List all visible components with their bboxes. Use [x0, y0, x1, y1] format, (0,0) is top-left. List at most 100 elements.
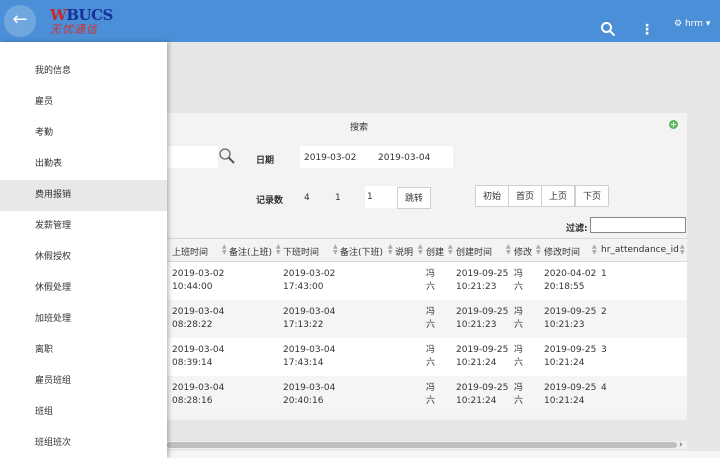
sidebar-drawer: 我的信息 雇员 考勤 出勤表 费用报销 发薪管理 休假授权 休假处理 加班处理 …: [0, 42, 167, 458]
sort-icon[interactable]: ▲ ▼: [222, 244, 227, 256]
cell-on-time: 2019-03-04 08:28:16: [172, 383, 225, 406]
top-app-bar: ← WBUCS 无忧通信 ⋮ ⚙ hrm ▾: [0, 0, 720, 42]
cell-id: 4: [601, 383, 607, 393]
col-id[interactable]: hr_attendance_id: [601, 245, 679, 255]
cell-off-time: 2019-03-04 17:13:22: [283, 307, 336, 330]
sort-icon[interactable]: ▲ ▼: [448, 244, 453, 256]
sidebar-item-leave-approval[interactable]: 休假授权: [0, 242, 167, 273]
cell-created: 2019-09-25 10:21:23: [456, 307, 509, 330]
col-off-remark[interactable]: 备注(下班): [340, 245, 383, 258]
sidebar-item-team[interactable]: 班组: [0, 397, 167, 428]
prev-page-button[interactable]: 上页: [541, 185, 575, 207]
next-page-button[interactable]: 下页: [575, 185, 609, 207]
table-row[interactable]: 2019-03-04 08:39:14 2019-03-04 17:43:14 …: [167, 338, 687, 376]
magnifier-icon[interactable]: [218, 147, 236, 165]
cell-modifier: 冯 六: [514, 383, 524, 406]
cell-off-time: 2019-03-04 20:40:16: [283, 383, 336, 406]
first-page-button[interactable]: 初始: [475, 185, 509, 207]
cell-modifier: 冯 六: [514, 307, 524, 330]
more-vertical-icon[interactable]: ⋮: [640, 23, 654, 39]
cell-id: 2: [601, 307, 607, 317]
sort-icon[interactable]: ▲ ▼: [276, 244, 281, 256]
back-button[interactable]: ←: [4, 5, 36, 37]
sidebar-item-my-info[interactable]: 我的信息: [0, 56, 167, 87]
sort-icon[interactable]: ▲ ▼: [592, 244, 597, 256]
cell-modified: 2020-04-02 20:18:55: [544, 269, 597, 292]
sidebar-item-resignation[interactable]: 离职: [0, 335, 167, 366]
home-page-button[interactable]: 首页: [508, 185, 542, 207]
search-title: 搜索: [350, 123, 369, 133]
cell-creator: 冯 六: [426, 345, 436, 368]
logo-text: BUCS: [66, 6, 113, 24]
user-menu[interactable]: ⚙ hrm ▾: [674, 19, 710, 29]
cell-on-time: 2019-03-04 08:28:22: [172, 307, 225, 330]
cell-modifier: 冯 六: [514, 345, 524, 368]
sort-icon[interactable]: ▲ ▼: [418, 244, 423, 256]
col-on-remark[interactable]: 备注(上班): [229, 245, 272, 258]
cell-creator: 冯 六: [426, 383, 436, 406]
logo-mark: W: [50, 6, 67, 24]
col-modified[interactable]: 修改时间: [544, 245, 580, 258]
plus-circle-icon[interactable]: +: [669, 120, 678, 129]
filter-label: 过滤:: [566, 224, 588, 234]
date-to[interactable]: 2019-03-04: [378, 153, 430, 163]
scrollbar-thumb[interactable]: [167, 442, 677, 448]
sidebar-item-attendance[interactable]: 考勤: [0, 118, 167, 149]
date-range-field[interactable]: 2019-03-02 2019-03-04: [300, 146, 453, 168]
table-row[interactable]: 2019-03-02 10:44:00 2019-03-02 17:43:00 …: [167, 262, 687, 300]
record-count-label: 记录数: [256, 196, 284, 206]
chevron-down-icon: ▾: [705, 19, 711, 29]
sort-icon[interactable]: ▲ ▼: [333, 244, 338, 256]
scroll-right-icon[interactable]: ›: [679, 440, 683, 450]
logo-slogan: 无忧通信: [50, 23, 98, 36]
cell-on-time: 2019-03-04 08:39:14: [172, 345, 225, 368]
user-name: hrm: [684, 19, 703, 29]
gear-icon: ⚙: [674, 19, 683, 29]
cell-off-time: 2019-03-02 17:43:00: [283, 269, 336, 292]
cell-created: 2019-09-25 10:21:24: [456, 383, 509, 406]
cell-modified: 2019-09-25 10:21:23: [544, 307, 597, 330]
col-created[interactable]: 创建时间: [456, 245, 492, 258]
table-row[interactable]: 2019-03-04 08:28:16 2019-03-04 20:40:16 …: [167, 376, 687, 414]
page-number-input[interactable]: 1: [365, 186, 397, 208]
sidebar-item-leave-process[interactable]: 休假处理: [0, 273, 167, 304]
sidebar-item-overtime[interactable]: 加班处理: [0, 304, 167, 335]
col-on-time[interactable]: 上班时间: [172, 245, 208, 258]
sort-icon[interactable]: ▲ ▼: [388, 244, 393, 256]
date-label: 日期: [256, 156, 275, 166]
filter-input[interactable]: [590, 217, 686, 233]
table-row[interactable]: 2019-03-04 08:28:22 2019-03-04 17:13:22 …: [167, 300, 687, 338]
cell-id: 1: [601, 269, 607, 279]
sort-icon[interactable]: ▲ ▼: [536, 244, 541, 256]
col-off-time[interactable]: 下班时间: [283, 245, 319, 258]
cell-creator: 冯 六: [426, 307, 436, 330]
arrow-left-icon: ←: [12, 9, 28, 30]
table-header: 上班时间 备注(上班) 下班时间 备注(下班) 说明 创建 创建时间 修改 修改…: [167, 238, 687, 262]
sidebar-item-payroll[interactable]: 发薪管理: [0, 211, 167, 242]
search-input[interactable]: [167, 146, 218, 168]
jump-button[interactable]: 跳转: [397, 187, 431, 209]
sort-icon[interactable]: ▲ ▼: [506, 244, 511, 256]
logo: WBUCS 无忧通信: [50, 6, 113, 38]
cell-id: 3: [601, 345, 607, 355]
col-note[interactable]: 说明: [395, 245, 413, 258]
col-modifier[interactable]: 修改: [514, 245, 532, 258]
cell-created: 2019-09-25 10:21:23: [456, 269, 509, 292]
cell-on-time: 2019-03-02 10:44:00: [172, 269, 225, 292]
cell-creator: 冯 六: [426, 269, 436, 292]
record-count: 4: [304, 193, 310, 203]
sidebar-item-employees[interactable]: 雇员: [0, 87, 167, 118]
horizontal-scrollbar[interactable]: [167, 441, 687, 449]
col-creator[interactable]: 创建: [426, 245, 444, 258]
cell-modified: 2019-09-25 10:21:24: [544, 383, 597, 406]
cell-created: 2019-09-25 10:21:24: [456, 345, 509, 368]
sidebar-item-employee-team[interactable]: 雇员班组: [0, 366, 167, 397]
sidebar-item-team-shift[interactable]: 班组班次: [0, 428, 167, 458]
sidebar-item-expense[interactable]: 费用报销: [0, 180, 167, 211]
search-icon[interactable]: [600, 21, 616, 37]
sort-icon[interactable]: ▲ ▼: [680, 244, 685, 256]
sidebar-item-attendance-sheet[interactable]: 出勤表: [0, 149, 167, 180]
cell-modified: 2019-09-25 10:21:24: [544, 345, 597, 368]
date-from[interactable]: 2019-03-02: [304, 153, 356, 163]
page-count: 1: [335, 193, 341, 203]
